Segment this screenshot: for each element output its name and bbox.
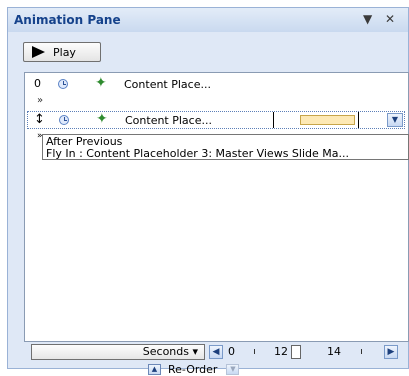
timeline-divider (273, 112, 274, 128)
animation-label: Content Place... (124, 78, 211, 91)
fly-in-effect-icon: ✦ (95, 75, 107, 91)
pane-titlebar: Animation Pane ▼ ✕ (8, 8, 408, 32)
timeline-scale-12: 12 (274, 345, 288, 358)
clock-icon (58, 79, 68, 89)
item-options-dropdown-icon[interactable]: ▼ (387, 113, 403, 127)
animation-item[interactable]: 0 ✦ Content Place... (25, 75, 408, 93)
animation-item-selected[interactable]: ↕ ✦ Content Place... ▼ (27, 111, 405, 129)
scroll-right-icon[interactable]: ▶ (384, 345, 398, 359)
reorder-controls: ▲ Re-Order ▼ (148, 363, 240, 376)
expand-chevron-icon[interactable]: » (37, 95, 43, 106)
timeline-scale-0: 0 (228, 345, 235, 358)
move-up-icon[interactable]: ▲ (148, 364, 161, 375)
move-down-icon[interactable]: ▼ (226, 364, 240, 375)
play-button-label: Play (53, 45, 76, 59)
animation-tooltip: After Previous Fly In : Content Placehol… (42, 134, 409, 160)
resize-cursor-icon: ↕ (34, 112, 45, 127)
pane-menu-icon[interactable]: ▼ (363, 12, 372, 26)
seconds-dropdown[interactable]: Seconds ▾ (31, 344, 205, 360)
timeline-tick (254, 349, 255, 354)
timeline-divider (358, 112, 359, 128)
play-icon (32, 46, 45, 58)
timeline-scroll-thumb[interactable] (291, 345, 301, 359)
timeline-scale-14: 14 (327, 345, 341, 358)
animation-index: 0 (34, 77, 41, 90)
animation-label: Content Place... (125, 114, 212, 127)
play-button[interactable]: Play (23, 42, 101, 62)
reorder-label: Re-Order (168, 363, 218, 376)
animation-list: 0 ✦ Content Place... » ↕ ✦ Content Place… (24, 72, 409, 342)
close-icon[interactable]: ✕ (385, 12, 395, 26)
timeline-tick (361, 349, 362, 354)
scroll-left-icon[interactable]: ◀ (209, 345, 223, 359)
pane-title: Animation Pane (14, 13, 121, 27)
timeline-controls: Seconds ▾ ◀ 0 12 14 ▶ (31, 344, 409, 362)
fly-in-effect-icon: ✦ (96, 111, 108, 127)
timeline-duration-bar[interactable] (300, 115, 355, 125)
tooltip-effect: Fly In : Content Placeholder 3: Master V… (46, 147, 349, 160)
clock-icon (59, 115, 69, 125)
